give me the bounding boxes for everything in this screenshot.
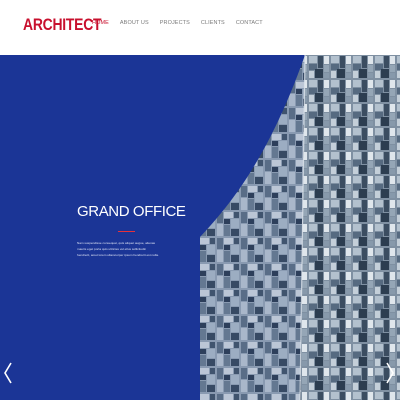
chevron-right-icon: [386, 362, 394, 384]
main-nav: HOME ABOUT US PROJECTS CLIENTS CONTACT: [92, 19, 263, 27]
chevron-left-icon: [4, 362, 12, 384]
slider-next-button[interactable]: [383, 358, 397, 388]
hero-title: GRAND OFFICE: [77, 203, 186, 220]
nav-item-clients[interactable]: CLIENTS: [201, 19, 225, 27]
hero-divider: [118, 231, 135, 232]
nav-item-home[interactable]: HOME: [92, 19, 109, 27]
site-header: ARCHITECT HOME ABOUT US PROJECTS CLIENTS…: [0, 0, 400, 50]
nav-item-projects[interactable]: PROJECTS: [160, 19, 190, 27]
nav-item-about-us[interactable]: ABOUT US: [120, 19, 149, 27]
building-image: [200, 55, 400, 400]
building-left-shade: [200, 55, 305, 400]
hero-description: Nam suspendisse consequat, quis aliquet …: [77, 241, 159, 257]
slider-prev-button[interactable]: [1, 358, 15, 388]
hero-slider: GRAND OFFICE Nam suspendisse consequat, …: [0, 55, 400, 400]
building-right-face: [300, 55, 400, 400]
logo[interactable]: ARCHITECT: [23, 15, 102, 35]
nav-item-contact[interactable]: CONTACT: [236, 19, 263, 27]
